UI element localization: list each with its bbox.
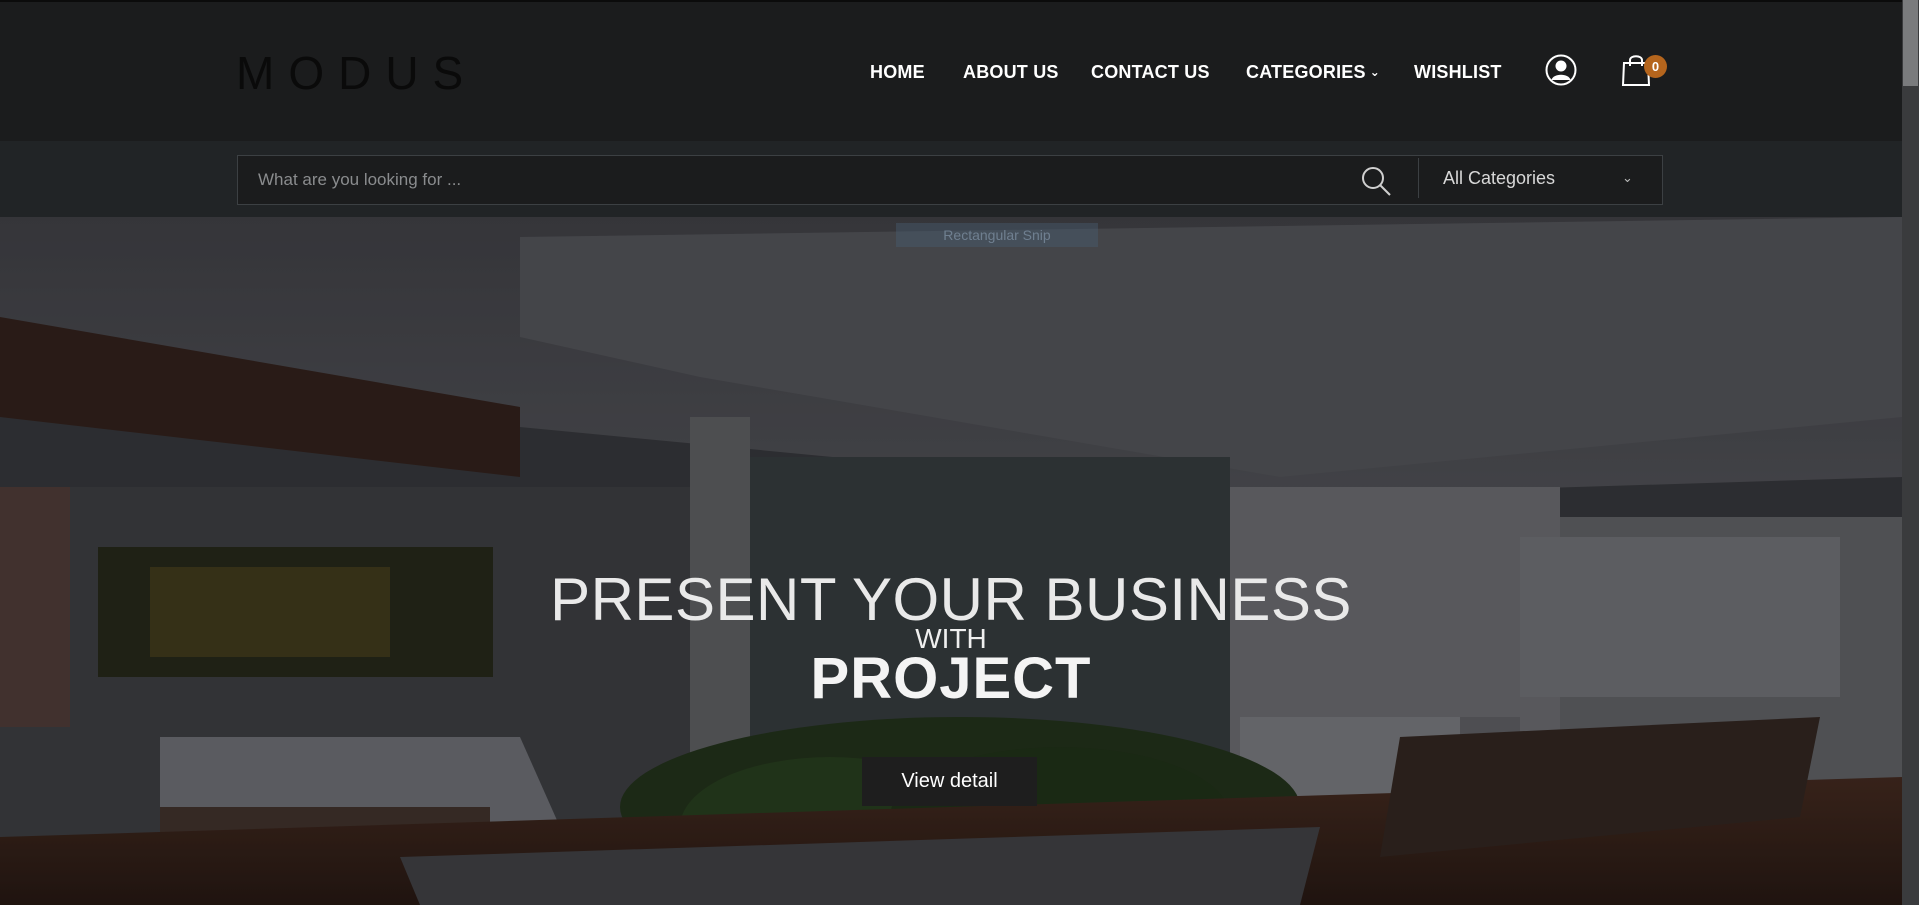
nav-categories-label: CATEGORIES bbox=[1246, 62, 1366, 82]
user-account-icon[interactable] bbox=[1545, 54, 1577, 86]
nav-home[interactable]: HOME bbox=[870, 62, 925, 83]
page-scrollbar-track[interactable] bbox=[1902, 0, 1919, 905]
cart-count-badge: 0 bbox=[1644, 55, 1667, 78]
snip-overlay-label: Rectangular Snip bbox=[896, 223, 1098, 247]
hero-headline: PROJECT bbox=[810, 646, 1092, 711]
chevron-down-icon: ⌄ bbox=[1369, 65, 1380, 79]
page-scrollbar-thumb[interactable] bbox=[1903, 0, 1918, 86]
nav-categories[interactable]: CATEGORIES ⌄ bbox=[1246, 62, 1380, 83]
nav-about-us[interactable]: ABOUT US bbox=[963, 62, 1059, 83]
nav-wishlist[interactable]: WISHLIST bbox=[1414, 62, 1502, 83]
site-logo[interactable]: MODUS bbox=[236, 48, 477, 98]
nav-contact-us[interactable]: CONTACT US bbox=[1091, 62, 1210, 83]
chevron-down-icon: ⌄ bbox=[1622, 170, 1633, 185]
search-input[interactable] bbox=[238, 156, 1348, 204]
view-detail-button[interactable]: View detail bbox=[862, 757, 1037, 806]
search-icon[interactable] bbox=[1360, 165, 1392, 197]
